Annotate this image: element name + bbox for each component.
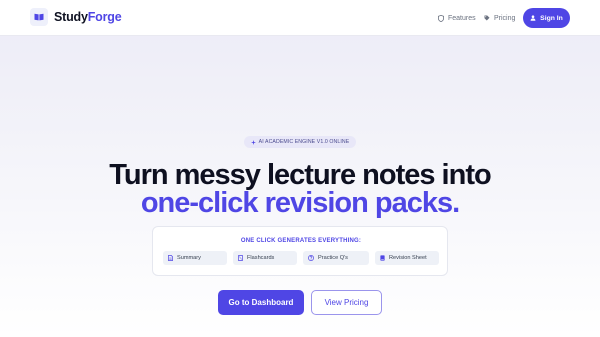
view-pricing-button[interactable]: View Pricing xyxy=(311,290,382,315)
nav-link-pricing[interactable]: Pricing xyxy=(484,12,515,24)
generates-card: ONE CLICK GENERATES EVERYTHING: Summary … xyxy=(152,226,448,276)
book-icon xyxy=(380,255,385,261)
feature-chip-revision-sheet: Revision Sheet xyxy=(375,251,439,265)
feature-chip-summary: Summary xyxy=(163,251,227,265)
sign-in-button[interactable]: Sign In xyxy=(523,8,570,28)
shield-icon xyxy=(438,14,444,22)
status-badge: AI ACADEMIC ENGINE V1.0 ONLINE xyxy=(244,136,356,148)
nav-link-features-label: Features xyxy=(448,14,476,22)
document-icon xyxy=(168,255,173,261)
feature-chip-flashcards: Flashcards xyxy=(233,251,297,265)
brand-name-part1: Study xyxy=(54,10,88,24)
feature-chip-practice-label: Practice Q's xyxy=(318,255,348,261)
nav-link-features[interactable]: Features xyxy=(438,12,476,24)
top-navbar: StudyForge Features Pricing Sign In xyxy=(0,0,600,36)
feature-chip-practice: Practice Q's xyxy=(303,251,369,265)
brand-name[interactable]: StudyForge xyxy=(54,10,122,25)
feature-chip-flashcards-label: Flashcards xyxy=(247,255,275,261)
user-icon xyxy=(530,15,536,21)
feature-chip-summary-label: Summary xyxy=(177,255,201,261)
sparkle-icon xyxy=(250,139,256,145)
nav-link-pricing-label: Pricing xyxy=(494,14,516,22)
feature-chip-revision-sheet-label: Revision Sheet xyxy=(389,255,427,261)
headline-line-2: one-click revision packs. xyxy=(140,187,460,219)
tag-icon xyxy=(484,15,490,21)
generates-title: ONE CLICK GENERATES EVERYTHING: xyxy=(240,238,362,244)
sign-in-label: Sign In xyxy=(540,14,563,22)
question-icon xyxy=(308,255,314,261)
card-icon xyxy=(238,255,243,261)
go-to-dashboard-button[interactable]: Go to Dashboard xyxy=(218,290,304,315)
status-badge-label: AI ACADEMIC ENGINE V1.0 ONLINE xyxy=(258,139,350,145)
book-logo-icon[interactable] xyxy=(30,8,48,26)
brand-name-part2: Forge xyxy=(87,10,122,24)
